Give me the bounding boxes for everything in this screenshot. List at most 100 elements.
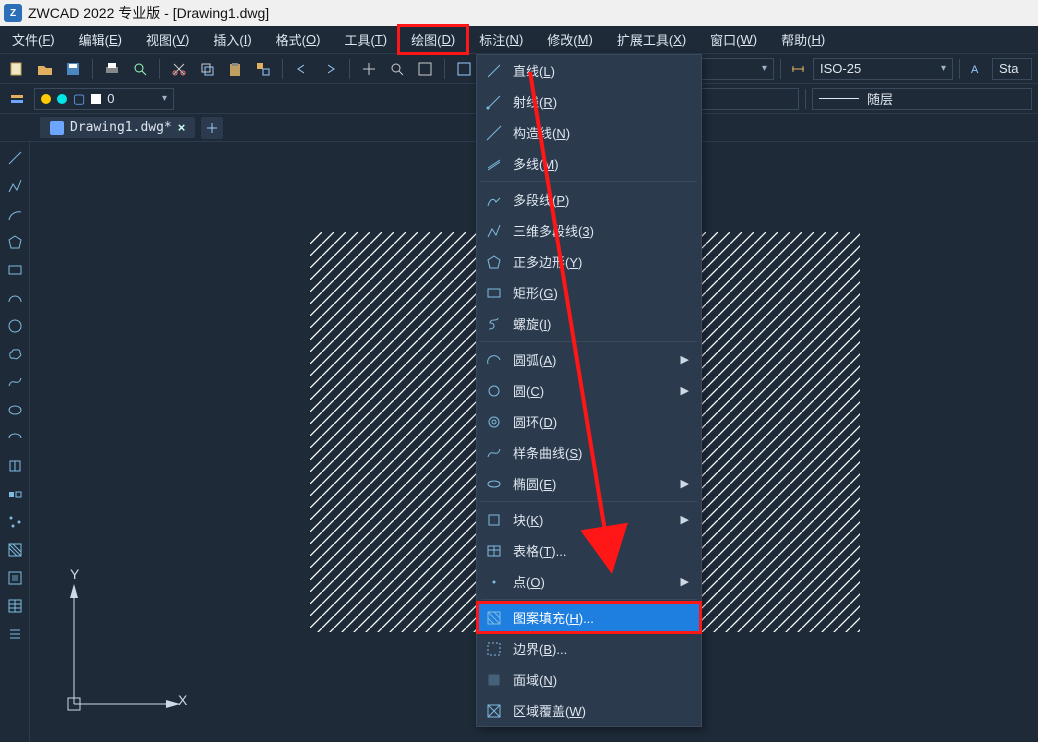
block-tool-icon[interactable]	[5, 484, 25, 504]
menu-item-label: 表格(T)...	[513, 541, 693, 560]
menu-item-3[interactable]: 插入(I)	[201, 26, 263, 53]
print-icon[interactable]	[101, 58, 123, 80]
zoom-ext-icon[interactable]	[414, 58, 436, 80]
menu-item-10[interactable]: 窗口(W)	[698, 26, 769, 53]
paste-icon[interactable]	[224, 58, 246, 80]
prop-icon[interactable]	[453, 58, 475, 80]
point-tool-icon[interactable]	[5, 512, 25, 532]
submenu-arrow-icon: ▶	[681, 575, 693, 588]
pan-icon[interactable]	[358, 58, 380, 80]
layer-combo[interactable]: ▢ 0 ▾	[34, 88, 174, 110]
menu-item-point[interactable]: 点(O) ▶	[477, 566, 701, 597]
region-tool-icon[interactable]	[5, 568, 25, 588]
menu-item-donut[interactable]: 圆环(D)	[477, 406, 701, 437]
tab-close-icon[interactable]: ×	[178, 120, 186, 135]
table-tool-icon[interactable]	[5, 596, 25, 616]
redo-icon[interactable]	[319, 58, 341, 80]
title-text: ZWCAD 2022 专业版 - [Drawing1.dwg]	[28, 3, 269, 23]
document-tab[interactable]: Drawing1.dwg* ×	[40, 117, 195, 138]
hatch-tool-icon[interactable]	[5, 540, 25, 560]
open-icon[interactable]	[34, 58, 56, 80]
circle-icon	[485, 382, 503, 400]
layer-mgr-icon[interactable]	[6, 88, 28, 110]
dim-style-combo[interactable]: ISO-25 ▾	[813, 58, 953, 80]
spline-icon	[485, 444, 503, 462]
new-tab-button[interactable]	[201, 117, 223, 139]
block-icon	[485, 511, 503, 529]
caret-icon: ▾	[762, 63, 767, 74]
menu-item-ray[interactable]: 射线(R)	[477, 86, 701, 117]
menu-item-6[interactable]: 绘图(D)	[399, 26, 467, 53]
dim-icon[interactable]	[787, 58, 809, 80]
menu-item-region[interactable]: 面域(N)	[477, 664, 701, 695]
menu-item-block[interactable]: 块(K)▶	[477, 504, 701, 535]
revcloud-tool-icon[interactable]	[5, 344, 25, 364]
text-style-combo[interactable]: Sta	[992, 58, 1032, 80]
polygon-tool-icon[interactable]	[5, 232, 25, 252]
menu-item-polygon[interactable]: 正多边形(Y)	[477, 246, 701, 277]
menu-item-label: 椭圆(E)	[513, 474, 671, 493]
text-style-icon[interactable]: A	[966, 58, 988, 80]
menu-item-8[interactable]: 修改(M)	[535, 26, 605, 53]
arc-tool-icon[interactable]	[5, 204, 25, 224]
match-icon[interactable]	[252, 58, 274, 80]
new-icon[interactable]	[6, 58, 28, 80]
menu-item-mline[interactable]: 多线(M)	[477, 148, 701, 179]
menu-item-helix[interactable]: 螺旋(I)	[477, 308, 701, 339]
menu-item-7[interactable]: 标注(N)	[467, 26, 535, 53]
menu-separator	[481, 341, 697, 342]
line-tool-icon[interactable]	[5, 148, 25, 168]
menu-item-9[interactable]: 扩展工具(X)	[605, 26, 698, 53]
menu-item-label: 面域(N)	[513, 670, 693, 689]
menu-item-2[interactable]: 视图(V)	[134, 26, 201, 53]
layer-value: 0	[107, 91, 114, 106]
menu-item-label: 区域覆盖(W)	[513, 701, 693, 720]
pline-tool-icon[interactable]	[5, 176, 25, 196]
menu-item-spline[interactable]: 样条曲线(S)	[477, 437, 701, 468]
cut-icon[interactable]	[168, 58, 190, 80]
menu-item-xline[interactable]: 构造线(N)	[477, 117, 701, 148]
line-icon	[485, 62, 503, 80]
menu-item-circle[interactable]: 圆(C)▶	[477, 375, 701, 406]
rect-tool-icon[interactable]	[5, 260, 25, 280]
menu-item-11[interactable]: 帮助(H)	[769, 26, 837, 53]
submenu-arrow-icon: ▶	[681, 477, 693, 490]
menu-item-line[interactable]: 直线(L)	[477, 55, 701, 86]
draw-menu-dropdown: 直线(L) 射线(R)构造线(N)多线(M) 多段线(P) 三维多段线(3)正多边形(…	[476, 54, 702, 727]
menu-item-wipeout[interactable]: 区域覆盖(W)	[477, 695, 701, 726]
circle-tool-icon[interactable]	[5, 316, 25, 336]
menu-item-rect[interactable]: 矩形(G)	[477, 277, 701, 308]
ellarc-tool-icon[interactable]	[5, 428, 25, 448]
menu-item-arc[interactable]: 圆弧(A)▶	[477, 344, 701, 375]
menu-item-5[interactable]: 工具(T)	[332, 26, 399, 53]
zoom-icon[interactable]	[386, 58, 408, 80]
menu-item-4[interactable]: 格式(O)	[264, 26, 333, 53]
xline-icon	[485, 124, 503, 142]
save-icon[interactable]	[62, 58, 84, 80]
arc2-tool-icon[interactable]	[5, 288, 25, 308]
menu-item-boundary[interactable]: 边界(B)...	[477, 633, 701, 664]
spline-tool-icon[interactable]	[5, 372, 25, 392]
more-tool-icon[interactable]	[5, 624, 25, 644]
insert-tool-icon[interactable]	[5, 456, 25, 476]
app-icon: Z	[4, 4, 22, 22]
menu-item-3dpoly[interactable]: 三维多段线(3)	[477, 215, 701, 246]
menu-item-0[interactable]: 文件(F)	[0, 26, 67, 53]
tab-filename: Drawing1.dwg*	[70, 120, 172, 135]
preview-icon[interactable]	[129, 58, 151, 80]
ellipse-tool-icon[interactable]	[5, 400, 25, 420]
menu-item-label: 点(O)	[513, 572, 671, 591]
copy-icon[interactable]	[196, 58, 218, 80]
menu-item-1[interactable]: 编辑(E)	[67, 26, 134, 53]
menu-item-label: 直线(L)	[513, 61, 693, 80]
menu-item-hatch[interactable]: 图案填充(H)...	[477, 602, 701, 633]
undo-icon[interactable]	[291, 58, 313, 80]
menu-item-label: 块(K)	[513, 510, 671, 529]
lineweight-combo[interactable]: 随层	[812, 88, 1032, 110]
menu-item-label: 矩形(G)	[513, 283, 693, 302]
menu-item-table[interactable]: 表格(T)...	[477, 535, 701, 566]
axis-x-label: X	[178, 692, 187, 708]
menu-item-label: 多段线(P)	[513, 190, 693, 209]
menu-item-ellipse[interactable]: 椭圆(E) ▶	[477, 468, 701, 499]
menu-item-pline[interactable]: 多段线(P)	[477, 184, 701, 215]
